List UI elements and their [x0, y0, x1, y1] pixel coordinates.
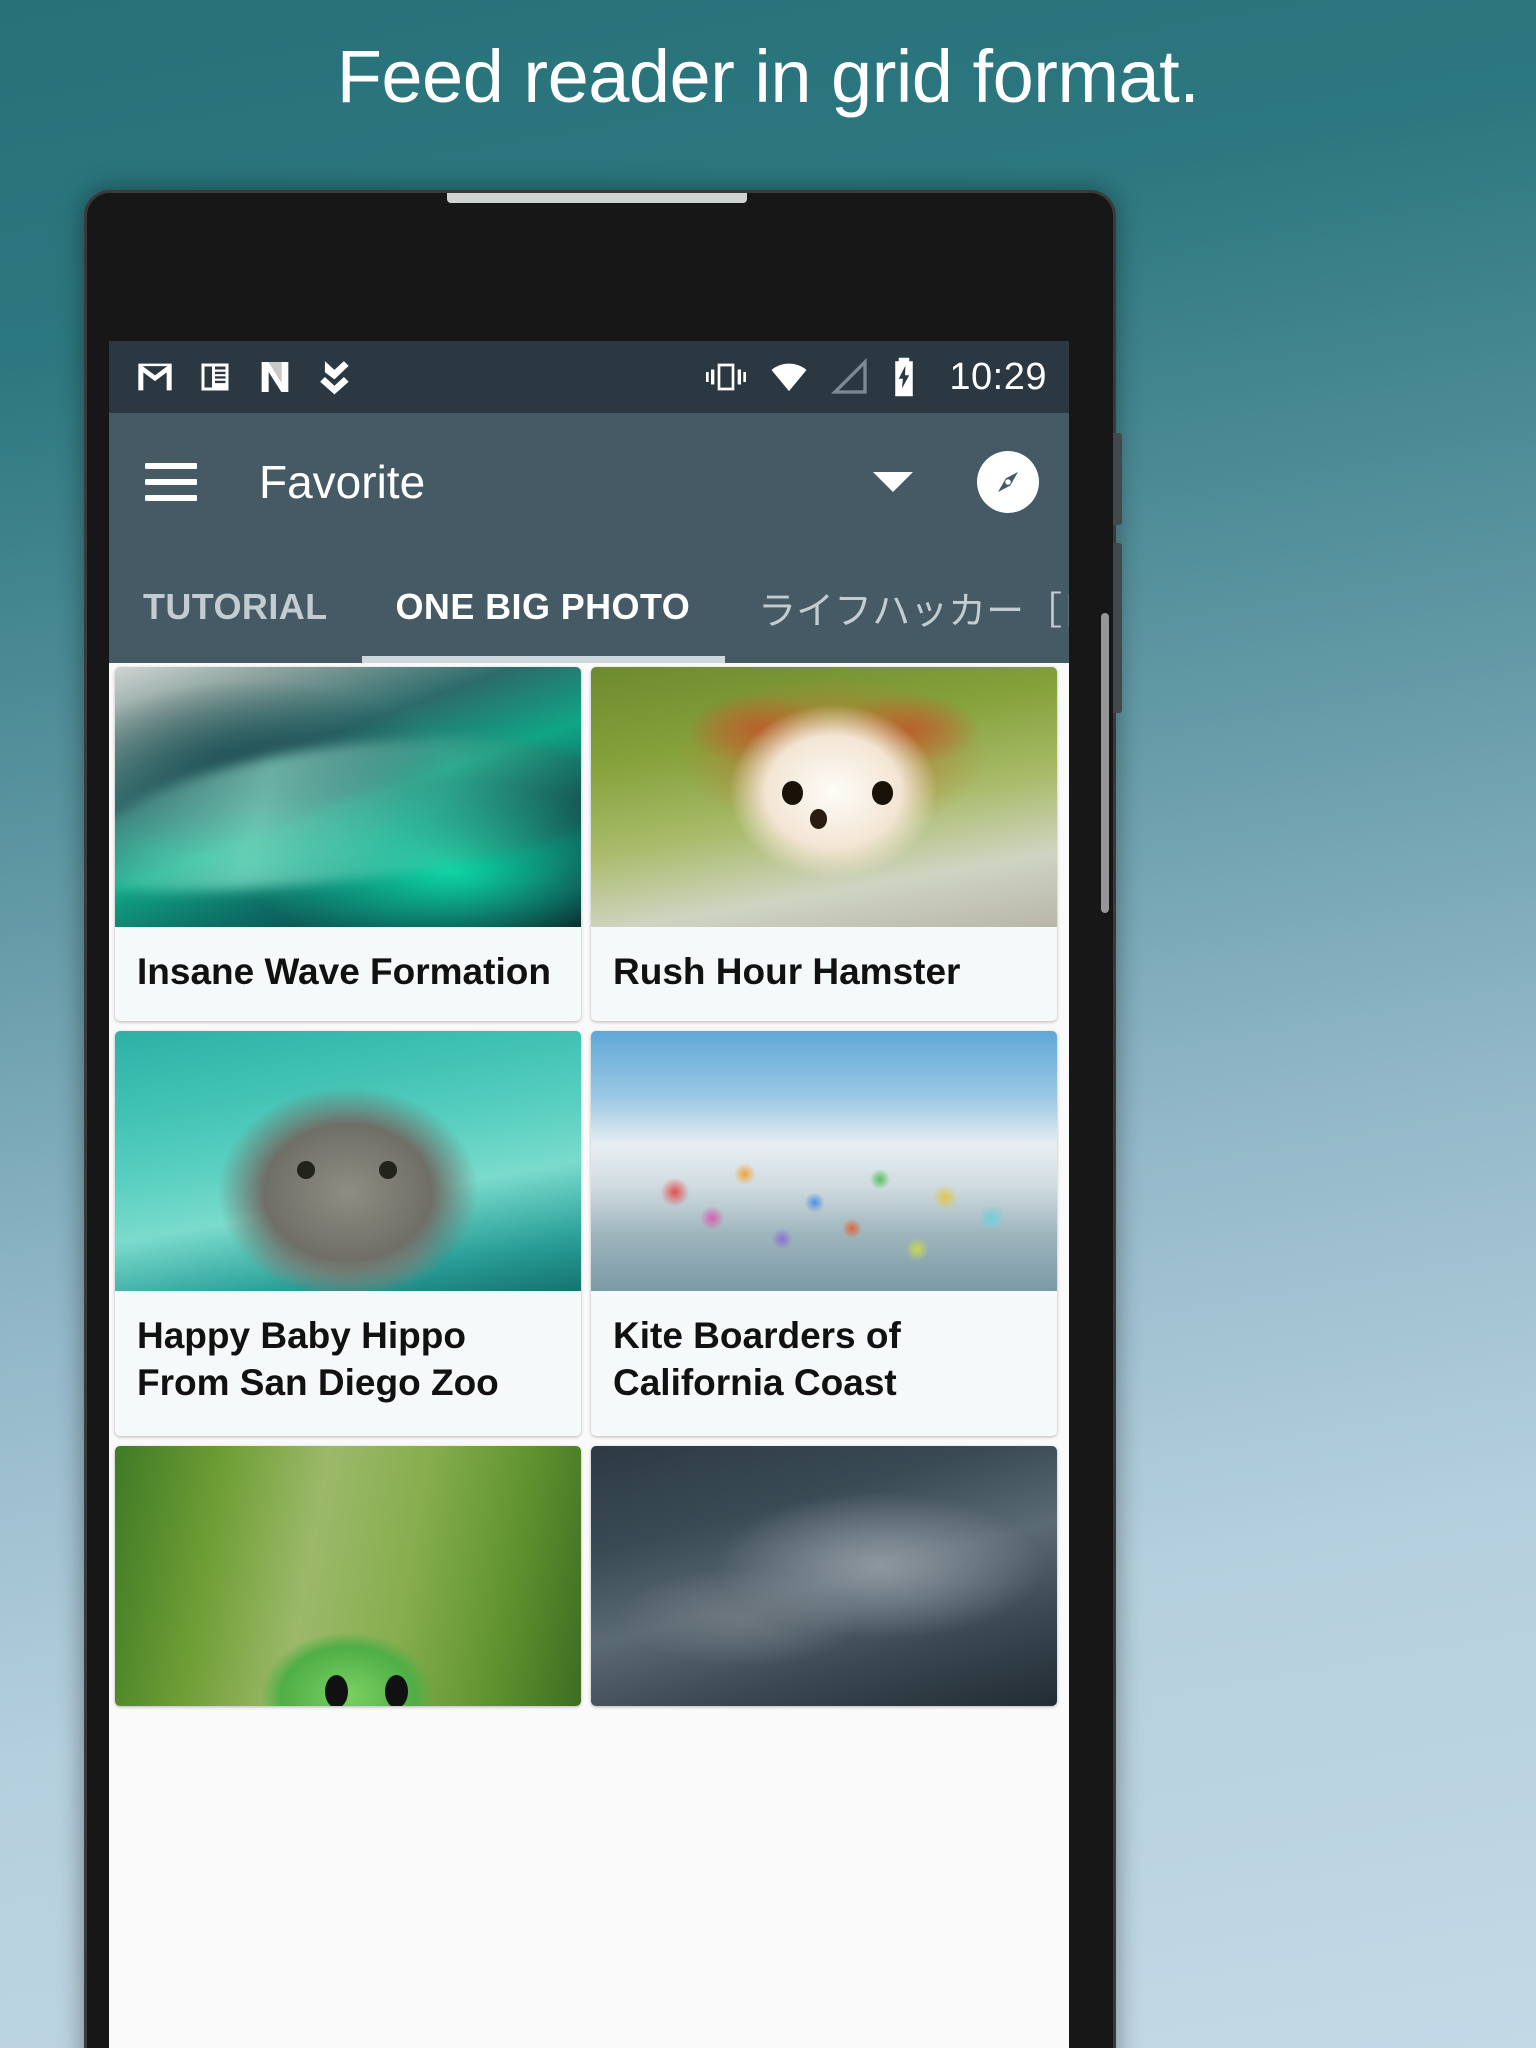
device-bezel-accent [447, 193, 747, 203]
tab-tutorial[interactable]: TUTORIAL [109, 551, 362, 663]
feed-card-thumbnail [591, 667, 1057, 927]
feed-card-title: Happy Baby Hippo From San Diego Zoo [137, 1315, 499, 1403]
feed-card-title: Kite Boarders of California Coast [613, 1315, 901, 1403]
tab-bar: TUTORIAL ONE BIG PHOTO ライフハッカー［日本 [109, 551, 1069, 663]
news-reader-icon [201, 363, 229, 391]
tab-active-indicator [362, 656, 725, 663]
chevron-down-icon[interactable] [873, 472, 913, 492]
tab-lifehacker-jp[interactable]: ライフハッカー［日本 [724, 551, 1069, 663]
feed-card-thumbnail [115, 667, 581, 927]
feed-card-title: Insane Wave Formation [137, 951, 551, 992]
feed-card-thumbnail [115, 1445, 581, 1706]
power-button[interactable] [1113, 543, 1122, 713]
hamburger-menu-icon[interactable] [145, 463, 197, 501]
feed-card[interactable]: Insane Wave Formation [115, 667, 581, 1022]
promo-headline: Feed reader in grid format. [336, 35, 1200, 118]
tab-one-big-photo[interactable]: ONE BIG PHOTO [362, 551, 725, 663]
promo-screenshot: Feed reader in grid format. 10:29 Favori… [0, 0, 1536, 2048]
feed-card[interactable] [591, 1445, 1057, 1706]
vertical-scrollbar[interactable] [1101, 613, 1109, 913]
status-bar-system-icons: 10:29 [703, 356, 1047, 399]
feed-card-thumbnail [115, 1031, 581, 1292]
cell-signal-empty-icon [831, 357, 868, 394]
feed-card-thumbnail [591, 1031, 1057, 1292]
feed-card-thumbnail [591, 1445, 1057, 1706]
vibrate-icon [706, 363, 747, 391]
volume-button[interactable] [1113, 433, 1122, 525]
hamburger-line [145, 495, 197, 501]
app-bar-title: Favorite [259, 456, 426, 508]
feed-card-title: Rush Hour Hamster [613, 951, 961, 992]
tablet-device-frame: 10:29 Favorite TUTORIAL ONE BIG PHOTO ライ… [84, 190, 1122, 2048]
feed-card[interactable]: Kite Boarders of California Coast [591, 1031, 1057, 1436]
gmail-icon [138, 363, 172, 391]
status-bar: 10:29 [109, 341, 1069, 413]
nova-launcher-icon [261, 362, 289, 392]
hamburger-line [145, 479, 197, 485]
feed-card[interactable]: Rush Hour Hamster [591, 667, 1057, 1022]
status-bar-notifications [135, 357, 355, 397]
wifi-icon [771, 363, 807, 392]
feed-card[interactable]: Happy Baby Hippo From San Diego Zoo [115, 1031, 581, 1436]
hamburger-line [145, 463, 197, 469]
app-bar: Favorite [109, 413, 1069, 551]
battery-charging-icon [895, 357, 914, 397]
compass-icon[interactable] [977, 451, 1039, 513]
feed-grid[interactable]: Insane Wave Formation Rush Hour Hamster … [109, 663, 1069, 2048]
compass-needle-icon [997, 471, 1019, 493]
feed-card[interactable] [115, 1445, 581, 1706]
status-bar-clock: 10:29 [949, 355, 1047, 398]
device-screen: 10:29 Favorite TUTORIAL ONE BIG PHOTO ライ… [109, 341, 1069, 2048]
checkmark-flag-icon [320, 361, 349, 395]
